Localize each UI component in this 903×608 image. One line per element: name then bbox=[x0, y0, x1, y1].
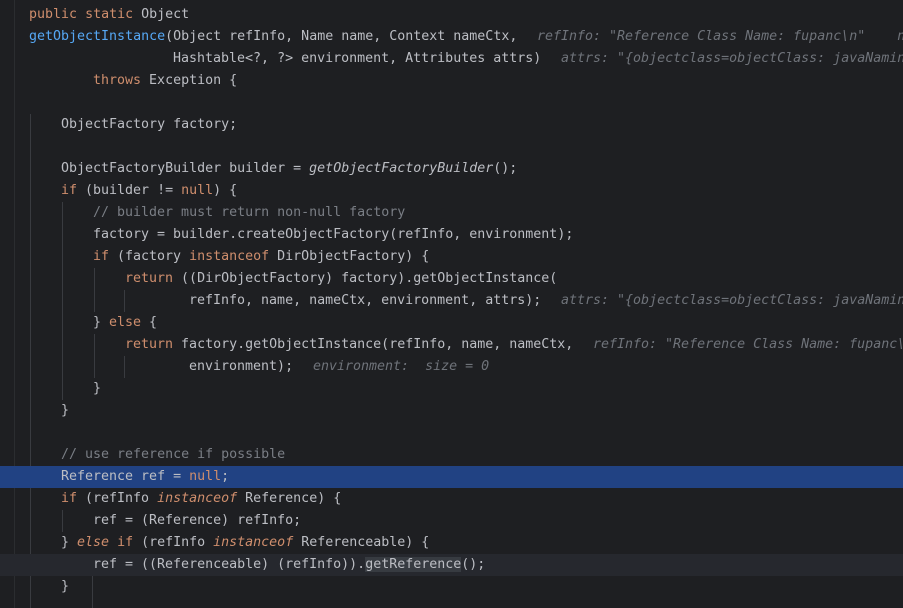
code-line[interactable]: public static Object bbox=[0, 4, 903, 26]
code-line[interactable]: throws Exception { bbox=[0, 70, 903, 92]
code-line[interactable]: Hashtable<?, ?> environment, Attributes … bbox=[0, 48, 903, 70]
code-line[interactable]: return factory.getObjectInstance(refInfo… bbox=[0, 334, 903, 356]
code-line[interactable]: // use reference if possible bbox=[0, 444, 903, 466]
code-line[interactable]: if (builder != null) { bbox=[0, 180, 903, 202]
code-editor[interactable]: public static Object getObjectInstance(O… bbox=[0, 0, 903, 608]
caret-line[interactable]: ref = ((Referenceable) (refInfo)).getRef… bbox=[0, 554, 903, 576]
code-line[interactable]: refInfo, name, nameCtx, environment, att… bbox=[0, 290, 903, 312]
code-line[interactable]: // builder must return non-null factory bbox=[0, 202, 903, 224]
code-line[interactable]: ref = (Reference) refInfo; bbox=[0, 510, 903, 532]
code-line[interactable]: return ((DirObjectFactory) factory).getO… bbox=[0, 268, 903, 290]
inlay-hint: refInfo: "Reference Class Name: fupanc\ bbox=[593, 337, 903, 352]
code-line[interactable]: if (factory instanceof DirObjectFactory)… bbox=[0, 246, 903, 268]
code-line[interactable]: factory = builder.createObjectFactory(re… bbox=[0, 224, 903, 246]
keyword-token: static bbox=[85, 7, 134, 22]
inlay-hint: attrs: "{objectclass=objectClass: javaNa… bbox=[561, 51, 903, 66]
code-line[interactable]: } bbox=[0, 400, 903, 422]
method-name: getObjectInstance bbox=[29, 29, 166, 44]
method-call-highlight: getReference bbox=[365, 557, 462, 572]
keyword-token: throws bbox=[93, 73, 142, 88]
method-call: getObjectFactoryBuilder bbox=[309, 161, 494, 176]
code-line[interactable]: } bbox=[0, 378, 903, 400]
code-line[interactable]: ObjectFactory factory; bbox=[0, 114, 903, 136]
code-line[interactable]: if (refInfo instanceof Reference) { bbox=[0, 488, 903, 510]
code-line[interactable]: } else if (refInfo instanceof Referencea… bbox=[0, 532, 903, 554]
code-line[interactable]: getObjectInstance(Object refInfo, Name n… bbox=[0, 26, 903, 48]
code-line[interactable]: ObjectFactoryBuilder builder = getObject… bbox=[0, 158, 903, 180]
code-line[interactable]: } bbox=[0, 576, 903, 598]
code-line[interactable]: environment); environment: size = 0 bbox=[0, 356, 903, 378]
code-line[interactable]: } else { bbox=[0, 312, 903, 334]
inlay-hint: environment: size = 0 bbox=[313, 359, 490, 374]
inlay-hint: attrs: "{objectclass=objectClass: javaNa… bbox=[561, 293, 903, 308]
comment: // use reference if possible bbox=[61, 447, 286, 462]
keyword-token: public bbox=[29, 7, 78, 22]
inlay-hint: refInfo: "Reference Class Name: fupanc\n… bbox=[537, 29, 903, 44]
comment: // builder must return non-null factory bbox=[93, 205, 406, 220]
current-line-highlight[interactable]: Reference ref = null; bbox=[0, 466, 903, 488]
